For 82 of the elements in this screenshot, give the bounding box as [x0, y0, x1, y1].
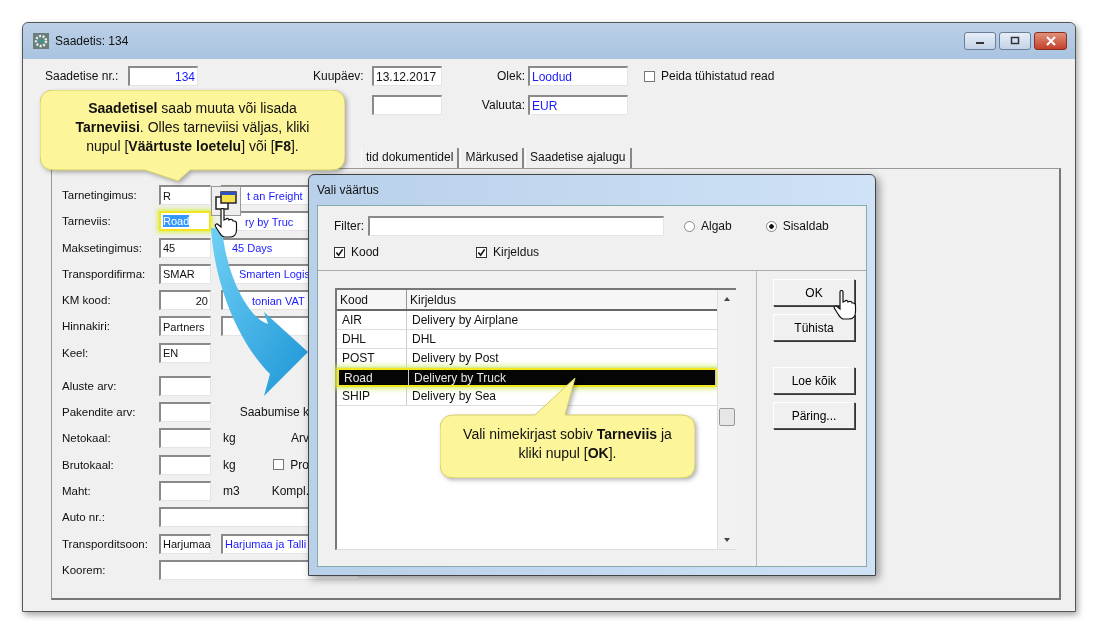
checkbox-label: Kood: [351, 245, 380, 259]
field-label: Koorem:: [62, 563, 107, 576]
code-field[interactable]: Harjumaa: [159, 533, 211, 554]
hand-cursor-icon: [214, 208, 238, 238]
unit-label: m3: [223, 483, 240, 498]
callout-text: Vali nimekirjast sobiv Tarneviis ja kliki nupul [OK].: [462, 425, 673, 463]
scroll-up-icon[interactable]: [723, 296, 731, 302]
field-label: Hinnakiri:: [62, 320, 111, 333]
hand-cursor-icon: [833, 290, 857, 320]
field-label: Netokaal:: [62, 432, 112, 445]
dialog-button[interactable]: Päring...: [773, 402, 855, 429]
tab[interactable]: Märkused: [460, 148, 525, 168]
field-label: Kompl.: [271, 483, 309, 498]
list-row[interactable]: AIR Delivery by Airplane: [337, 311, 718, 330]
radio-button[interactable]: [765, 220, 777, 232]
field-label: Valuuta:: [480, 98, 526, 112]
input-field[interactable]: [159, 402, 211, 423]
input-field[interactable]: EN: [159, 342, 211, 363]
field-label: Maht:: [62, 484, 92, 497]
checkbox-label: Peida tühistatud read: [661, 69, 775, 83]
currency-field[interactable]: EUR: [528, 95, 628, 115]
code-field[interactable]: 20: [159, 290, 211, 311]
checkbox[interactable]: [273, 459, 285, 471]
scroll-down-icon[interactable]: [723, 537, 731, 543]
list-row[interactable]: DHL DHL: [337, 330, 718, 349]
checkbox-label: Kirjeldus: [493, 245, 540, 259]
shipment-number-field[interactable]: 134: [128, 66, 198, 86]
close-button[interactable]: [1034, 32, 1067, 50]
code-field[interactable]: 45: [159, 237, 211, 258]
dialog-button[interactable]: OK: [773, 279, 855, 306]
checkbox[interactable]: [476, 246, 488, 258]
status-field[interactable]: Loodud: [528, 66, 628, 86]
field-label: Aluste arv:: [62, 379, 118, 392]
field-label: Pakendite arv:: [62, 406, 137, 419]
gear-icon: [33, 33, 49, 49]
windows-icon[interactable]: [211, 186, 241, 216]
field-label: Saadetise nr.:: [45, 69, 120, 83]
field-label: Arv: [291, 431, 309, 446]
radio-button[interactable]: [684, 220, 695, 232]
maximize-button[interactable]: [999, 32, 1031, 50]
code-field[interactable]: R: [159, 185, 211, 205]
field-label: Maksetingimus:: [62, 241, 143, 254]
tab[interactable]: Saadetise ajalugu: [525, 148, 632, 168]
field-label: Transporditsoon:: [62, 537, 149, 550]
unit-label: kg: [223, 431, 236, 446]
unit-label: kg: [223, 457, 236, 472]
field-label: Kuupäev:: [313, 69, 365, 83]
scrollbar[interactable]: [717, 290, 736, 549]
scroll-thumb[interactable]: [719, 408, 735, 426]
window-title: Saadetis: 134: [55, 34, 129, 48]
list-row[interactable]: Road Delivery by Truck: [337, 368, 718, 387]
callout-text: Saadetisel saab muuta või lisada Tarneviisi. Olles tarneviisi väljas, kliki nupul [Väärtuste loetelu] või [F8].: [74, 99, 311, 156]
dialog-button[interactable]: Loe kõik: [773, 367, 855, 394]
field-label: Auto nr.:: [62, 511, 106, 524]
field-label: Keel:: [62, 346, 90, 359]
input-field[interactable]: [159, 428, 211, 449]
code-field[interactable]: SMAR: [159, 263, 211, 284]
input-field[interactable]: [372, 95, 442, 115]
checkbox[interactable]: [644, 70, 655, 82]
maximize-icon: [1009, 36, 1021, 46]
checkbox[interactable]: [334, 246, 345, 258]
input-field[interactable]: [159, 454, 211, 475]
field-label: Transpordifirma:: [62, 267, 147, 280]
checkbox-label: Pro: [290, 457, 309, 472]
input-field[interactable]: [159, 375, 211, 396]
filter-field[interactable]: [368, 216, 664, 236]
field-label: Tarnetingimus:: [62, 189, 138, 201]
dialog-button[interactable]: Tühista: [773, 314, 855, 341]
column-header[interactable]: Kood: [337, 290, 407, 309]
minimize-button[interactable]: [964, 32, 996, 50]
code-field[interactable]: Partners: [159, 316, 211, 337]
tab[interactable]: tid dokumentidel: [361, 148, 460, 168]
field-label: KM kood:: [62, 294, 112, 307]
radio-label: Algab: [701, 219, 732, 233]
input-field[interactable]: [159, 480, 211, 501]
close-icon: [1044, 36, 1057, 46]
column-header[interactable]: Kirjeldus: [407, 290, 718, 309]
field-label: Tarneviis:: [62, 215, 112, 228]
field-label: Olek:: [496, 69, 526, 83]
radio-label: Sisaldab: [782, 219, 829, 233]
field-label: Brutokaal:: [62, 458, 115, 471]
date-field[interactable]: 13.12.2017: [372, 66, 442, 86]
